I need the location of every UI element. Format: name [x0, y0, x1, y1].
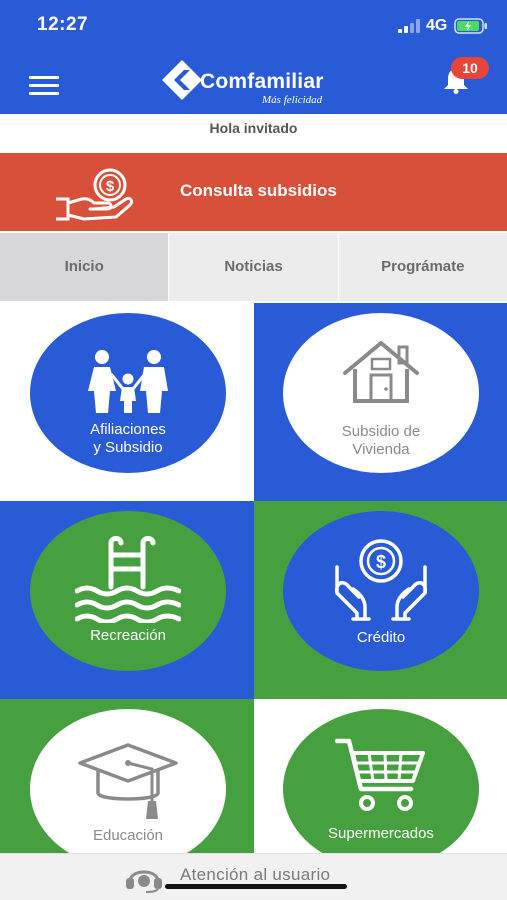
tile-vivienda-label-1: Subsidio de [341, 423, 421, 440]
headset-icon [126, 870, 162, 893]
tile-supermercados[interactable]: Supermercados [254, 699, 507, 855]
tile-afiliaciones-label-1: Afiliaciones [90, 421, 166, 438]
tile-supermercados-label: Supermercados [328, 825, 434, 842]
family-icon [88, 350, 168, 413]
brand-slogan: Más felicidad [262, 94, 323, 106]
tile-credito-label: Crédito [356, 629, 406, 646]
svg-text:$: $ [376, 552, 386, 572]
subsidy-banner-label: Consulta subsidios [180, 181, 337, 200]
battery-icon [454, 18, 487, 34]
tile-educacion[interactable]: Educación [0, 699, 254, 855]
svg-text:$: $ [106, 178, 115, 195]
house-icon [343, 341, 419, 403]
hamburger-menu-icon[interactable] [29, 74, 61, 96]
brand-name: Comfamiliar [200, 70, 324, 93]
tile-credito-circle: $ Crédito [283, 511, 479, 671]
tile-afiliaciones-label-2: y Subsidio [93, 439, 163, 456]
network-type: 4G [426, 17, 448, 34]
brand-logo: Comfamiliar Más felicidad [160, 58, 350, 108]
tile-recreacion-circle: Recreación [30, 511, 226, 671]
greeting-text: Hola invitado [0, 114, 507, 144]
shopping-cart-icon [335, 738, 425, 811]
tile-afiliaciones[interactable]: Afiliaciones y Subsidio [0, 303, 254, 501]
subsidy-banner-button[interactable]: $ Consulta subsidios [0, 153, 507, 231]
tile-credito[interactable]: $ Crédito [254, 501, 507, 699]
customer-service-footer[interactable]: Atención al usuario [0, 853, 507, 900]
tab-bar: Inicio Noticias Prográmate [0, 233, 507, 301]
tab-inicio[interactable]: Inicio [0, 233, 170, 301]
hand-coin-icon: $ [56, 168, 134, 221]
tile-educacion-label: Educación [92, 827, 164, 844]
services-grid: Afiliaciones y Subsidio Subsidio de Vivi… [0, 303, 507, 855]
tile-vivienda-circle: Subsidio de Vivienda [283, 313, 479, 473]
logo-mark-icon [162, 60, 202, 100]
tile-supermercados-circle: Supermercados [283, 709, 479, 855]
app-header: 12:27 4G Comfamiliar Más felicidad 10 [0, 0, 507, 114]
customer-service-label: Atención al usuario [180, 865, 331, 884]
pool-ladder-icon [75, 536, 181, 623]
tile-recreacion[interactable]: Recreación [0, 501, 254, 699]
notification-badge: 10 [451, 57, 489, 79]
tile-vivienda[interactable]: Subsidio de Vivienda [254, 303, 507, 501]
signal-icon [398, 19, 420, 33]
tab-programate[interactable]: Prográmate [338, 233, 507, 301]
tile-educacion-circle: Educación [30, 709, 226, 855]
tab-noticias[interactable]: Noticias [169, 233, 339, 301]
money-hands-icon: $ [334, 539, 428, 621]
tile-afiliaciones-circle: Afiliaciones y Subsidio [30, 313, 226, 473]
tile-recreacion-label: Recreación [90, 627, 166, 644]
home-indicator[interactable] [165, 884, 347, 889]
graduation-cap-icon [78, 743, 178, 819]
status-time: 12:27 [37, 14, 89, 35]
tile-vivienda-label-2: Vivienda [352, 441, 410, 458]
status-bar: 12:27 4G [0, 0, 507, 48]
